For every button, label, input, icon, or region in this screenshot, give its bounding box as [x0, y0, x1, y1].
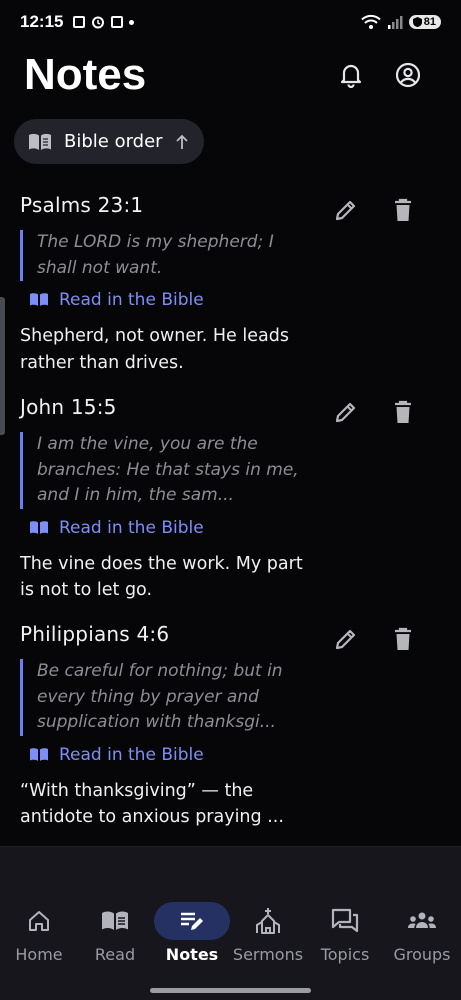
wifi-icon — [361, 14, 381, 29]
gesture-home-indicator[interactable] — [150, 988, 311, 993]
read-in-bible-label: Read in the Bible — [59, 744, 204, 765]
nav-item-sermons[interactable]: Sermons — [229, 902, 307, 964]
page-title: Notes — [24, 50, 147, 99]
calendar-icon — [111, 16, 124, 28]
forum-icon — [331, 908, 359, 933]
read-in-bible-label: Read in the Bible — [59, 517, 204, 538]
alarm-icon — [92, 16, 105, 29]
trash-icon — [395, 198, 411, 221]
edge-panel-handle[interactable] — [0, 297, 5, 435]
nav-label-read: Read — [94, 945, 136, 964]
read-in-bible-link[interactable]: Read in the Bible — [29, 745, 440, 765]
edit-note-button[interactable] — [331, 624, 361, 654]
delete-note-button[interactable] — [388, 397, 418, 427]
sort-order-label: Bible order — [64, 131, 163, 152]
nav-label-notes: Notes — [165, 945, 219, 964]
notes-edit-icon — [181, 912, 203, 930]
edit-note-button[interactable] — [331, 397, 361, 427]
edit-note-button[interactable] — [331, 195, 361, 225]
trash-icon — [395, 400, 411, 423]
status-system-icons: 81 — [361, 14, 441, 30]
note-body: Shepherd, not owner. He leads rather tha… — [20, 326, 289, 373]
book-open-icon — [30, 747, 48, 761]
nav-item-read[interactable]: Read — [76, 902, 154, 964]
account-button[interactable] — [393, 60, 423, 90]
dot-icon — [129, 19, 135, 25]
outlook-icon — [73, 16, 86, 28]
note-verse-quote: The LORD is my shepherd; I shall not wan… — [20, 230, 302, 281]
sort-order-chip[interactable]: Bible order — [14, 119, 204, 164]
status-time: 12:15 — [20, 12, 64, 31]
book-open-icon — [29, 133, 51, 150]
nav-item-topics[interactable]: Topics — [306, 902, 384, 964]
book-open-icon — [30, 520, 48, 534]
note-card: John 15:5 I am the vine, you are the bra… — [20, 395, 440, 604]
status-notification-icons — [73, 15, 135, 29]
account-icon — [395, 62, 421, 88]
read-in-bible-link[interactable]: Read in the Bible — [29, 518, 440, 538]
status-bar: 12:15 81 — [0, 0, 461, 44]
bottom-navigation: Home Read Notes Sermons Topics Groups — [0, 846, 461, 1000]
pencil-icon — [335, 402, 356, 423]
read-in-bible-link[interactable]: Read in the Bible — [29, 290, 440, 310]
groups-icon — [408, 912, 436, 928]
trash-icon — [395, 627, 411, 650]
note-card: Philippians 4:6 Be careful for nothing; … — [20, 622, 440, 831]
arrow-up-icon — [175, 134, 188, 149]
nav-active-indicator — [154, 902, 230, 940]
note-body: “With thanksgiving” — the antidote to an… — [20, 780, 284, 828]
note-reference: Psalms 23:1 — [20, 193, 144, 217]
bell-icon — [340, 64, 362, 88]
pencil-icon — [335, 629, 356, 650]
nav-item-groups[interactable]: Groups — [383, 902, 461, 964]
battery-icon: 81 — [408, 15, 441, 29]
battery-level: 81 — [423, 16, 436, 28]
nav-label-topics: Topics — [320, 945, 370, 964]
delete-note-button[interactable] — [388, 195, 418, 225]
note-reference: Philippians 4:6 — [20, 622, 170, 646]
nav-item-home[interactable]: Home — [0, 902, 78, 964]
pencil-icon — [335, 200, 356, 221]
battery-shield-icon — [412, 17, 422, 27]
note-verse-quote: I am the vine, you are the branches: He … — [20, 432, 302, 509]
delete-note-button[interactable] — [388, 624, 418, 654]
note-body: The vine does the work. My part is not t… — [20, 553, 303, 601]
book-open-icon — [30, 293, 48, 306]
read-in-bible-label: Read in the Bible — [59, 290, 204, 310]
church-icon — [256, 908, 280, 934]
nav-label-home: Home — [15, 945, 63, 964]
notifications-button[interactable] — [336, 60, 366, 90]
nav-item-notes[interactable]: Notes — [153, 902, 231, 964]
note-verse-quote: Be careful for nothing; but in every thi… — [20, 659, 302, 736]
note-card: Psalms 23:1 The LORD is my shepherd; I s… — [20, 193, 440, 376]
signal-icon — [387, 16, 403, 29]
book-icon — [102, 911, 128, 930]
home-icon — [29, 911, 49, 931]
note-reference: John 15:5 — [20, 395, 117, 419]
nav-label-groups: Groups — [393, 945, 451, 964]
nav-label-sermons: Sermons — [232, 945, 304, 964]
